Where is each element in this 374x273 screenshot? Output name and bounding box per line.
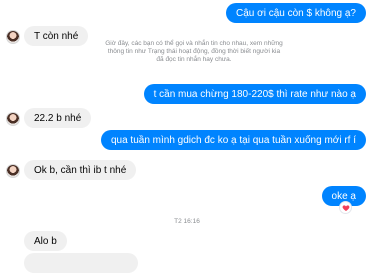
incoming-message[interactable] (24, 253, 138, 273)
message-text: 22.2 b nhé (34, 112, 82, 124)
avatar[interactable] (6, 30, 20, 44)
message-text: qua tuần mình gdich đc ko ạ tại qua tuần… (110, 134, 356, 146)
outgoing-message[interactable]: t cần mua chừng 180-220$ thì rate như nà… (143, 84, 366, 104)
avatar[interactable] (6, 112, 20, 126)
message-text: t cần mua chừng 180-220$ thì rate như nà… (153, 88, 356, 100)
incoming-message[interactable]: Alo b (24, 231, 67, 251)
message-text: Cậu ơi cậu còn $ không ạ? (236, 7, 356, 19)
incoming-message[interactable]: Ok b, cần thì ib t nhé (24, 160, 137, 180)
avatar[interactable] (6, 164, 20, 178)
reaction-badge[interactable] (340, 202, 351, 213)
message-text: Alo b (34, 235, 57, 247)
message-text: T còn nhé (34, 30, 79, 42)
outgoing-message[interactable]: Cậu ơi cậu còn $ không ạ? (226, 3, 366, 23)
message-text: Ok b, cần thì ib t nhé (34, 164, 127, 176)
incoming-message[interactable]: 22.2 b nhé (24, 108, 92, 128)
system-notice: Giờ đây, các bạn có thể gọi và nhắn tin … (105, 40, 283, 63)
chat-window: { "messages": { "m1": "Cậu ơi cậu còn $ … (0, 0, 374, 273)
timestamp: T2 16:16 (174, 218, 200, 225)
incoming-message[interactable]: T còn nhé (24, 26, 89, 46)
message-text: oke ạ (331, 190, 356, 202)
heart-icon (342, 204, 349, 211)
outgoing-message[interactable]: qua tuần mình gdich đc ko ạ tại qua tuần… (100, 130, 366, 150)
